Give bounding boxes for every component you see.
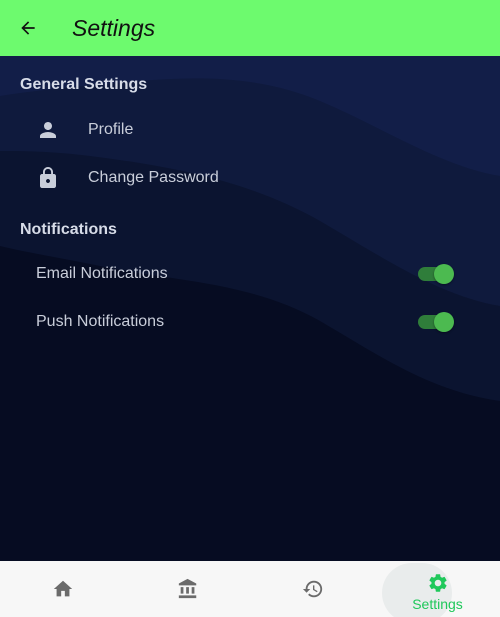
- push-notifications-toggle[interactable]: [416, 310, 456, 334]
- home-icon: [53, 580, 72, 597]
- profile-label: Profile: [88, 121, 134, 138]
- settings-gear-icon: [428, 574, 447, 592]
- general-settings-heading: General Settings: [20, 76, 148, 93]
- bottom-navigation: Settings: [0, 561, 500, 617]
- lock-icon: [40, 167, 56, 188]
- nav-bank[interactable]: [125, 561, 250, 617]
- change-password-label: Change Password: [88, 169, 219, 186]
- history-icon: [302, 580, 322, 598]
- nav-history[interactable]: [250, 561, 375, 617]
- switch-thumb: [434, 264, 454, 284]
- back-button[interactable]: [0, 0, 56, 56]
- nav-home[interactable]: [0, 561, 125, 617]
- profile-item[interactable]: Profile: [0, 106, 500, 154]
- change-password-item[interactable]: Change Password: [0, 154, 500, 202]
- switch-thumb: [434, 312, 454, 332]
- notifications-heading: Notifications: [20, 221, 117, 238]
- nav-settings-label: Settings: [412, 596, 463, 612]
- settings-content: General Settings Profile Change Password…: [0, 56, 500, 561]
- bank-icon: [178, 578, 196, 599]
- push-notifications-row: Push Notifications: [0, 298, 500, 346]
- push-notifications-label: Push Notifications: [36, 313, 165, 330]
- email-notifications-row: Email Notifications: [0, 250, 500, 298]
- email-notifications-label: Email Notifications: [36, 265, 168, 282]
- app-bar: Settings: [0, 0, 500, 56]
- person-icon: [40, 122, 56, 138]
- email-notifications-toggle[interactable]: [416, 262, 456, 286]
- page-title: Settings: [72, 14, 156, 41]
- arrow-back-icon: [21, 21, 35, 35]
- nav-settings[interactable]: Settings: [375, 561, 500, 617]
